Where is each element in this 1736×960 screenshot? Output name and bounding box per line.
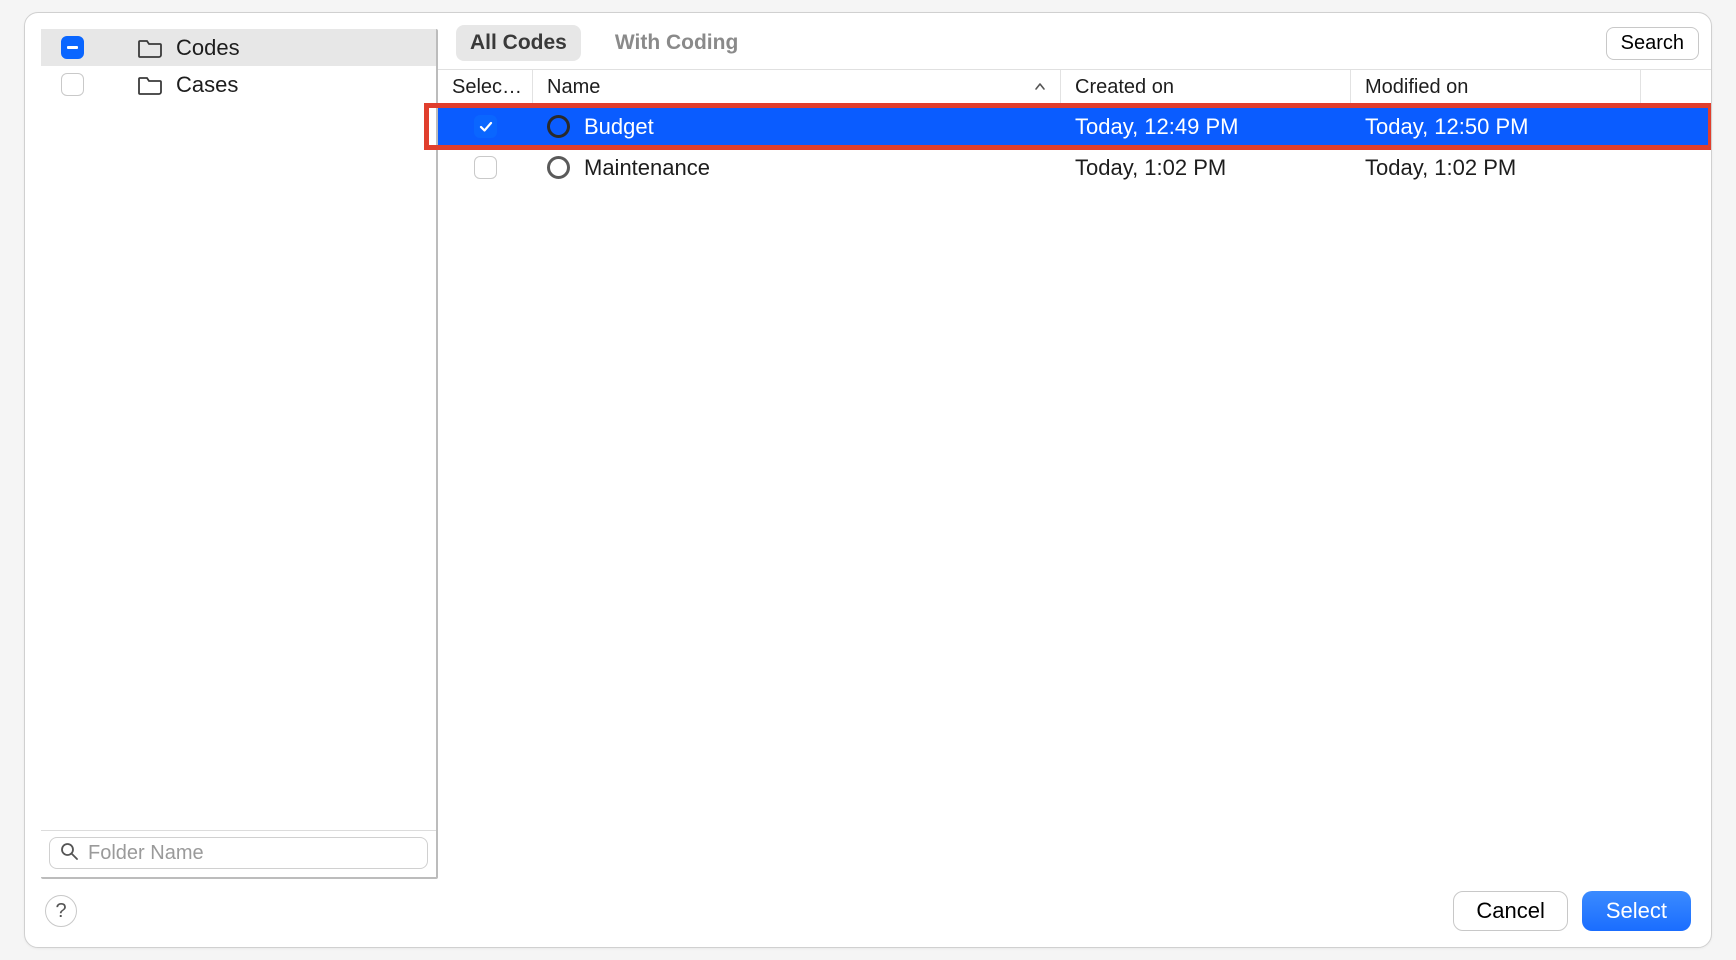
- toolbar: All Codes With Coding Search: [438, 13, 1711, 70]
- sidebar-item-label: Cases: [176, 72, 238, 98]
- row-created: Today, 12:49 PM: [1075, 114, 1238, 140]
- select-button[interactable]: Select: [1582, 891, 1691, 931]
- folder-icon: [138, 38, 162, 58]
- row-created: Today, 1:02 PM: [1075, 155, 1226, 181]
- column-header-spacer: [1641, 70, 1711, 105]
- dialog-footer: ? Cancel Select: [25, 879, 1711, 947]
- column-label: Created on: [1075, 76, 1174, 99]
- search-button[interactable]: Search: [1606, 27, 1699, 60]
- folder-search-input[interactable]: [49, 837, 428, 869]
- checkbox-icon[interactable]: [61, 73, 84, 96]
- column-header-name[interactable]: Name: [533, 70, 1061, 105]
- sidebar: Codes Cases: [41, 29, 438, 879]
- tab-all-codes[interactable]: All Codes: [456, 25, 581, 61]
- help-button[interactable]: ?: [45, 895, 77, 927]
- sidebar-item-label: Codes: [176, 35, 240, 61]
- folder-search-field[interactable]: [86, 841, 417, 866]
- tab-with-coding[interactable]: With Coding: [601, 25, 752, 61]
- row-name: Budget: [584, 114, 654, 140]
- search-icon: [60, 840, 78, 866]
- row-modified: Today, 1:02 PM: [1365, 155, 1516, 181]
- sort-asc-icon: [1034, 80, 1046, 96]
- main-panel: All Codes With Coding Search Selec… Name…: [438, 13, 1711, 879]
- content-area: Codes Cases: [25, 13, 1711, 879]
- column-header-created[interactable]: Created on: [1061, 70, 1351, 105]
- code-color-swatch-icon: [547, 156, 570, 179]
- table-row[interactable]: Maintenance Today, 1:02 PM Today, 1:02 P…: [438, 147, 1711, 188]
- picker-dialog: Codes Cases: [24, 12, 1712, 948]
- sidebar-list: Codes Cases: [41, 29, 436, 830]
- table-row[interactable]: Budget Today, 12:49 PM Today, 12:50 PM: [438, 106, 1711, 147]
- row-name: Maintenance: [584, 155, 710, 181]
- code-color-swatch-icon: [547, 115, 570, 138]
- column-label: Name: [547, 76, 600, 99]
- sidebar-search: [41, 830, 436, 877]
- column-label: Modified on: [1365, 76, 1468, 99]
- table-header: Selec… Name Created on Modified on: [438, 70, 1711, 106]
- cancel-button[interactable]: Cancel: [1453, 891, 1567, 931]
- checkbox-icon[interactable]: [61, 36, 84, 59]
- folder-icon: [138, 75, 162, 95]
- column-header-modified[interactable]: Modified on: [1351, 70, 1641, 105]
- column-header-select[interactable]: Selec…: [438, 70, 533, 105]
- row-modified: Today, 12:50 PM: [1365, 114, 1528, 140]
- sidebar-item-codes[interactable]: Codes: [41, 29, 436, 66]
- row-checkbox[interactable]: [474, 156, 497, 179]
- sidebar-item-cases[interactable]: Cases: [41, 66, 436, 103]
- row-checkbox[interactable]: [474, 115, 497, 138]
- column-label: Selec…: [452, 76, 522, 99]
- table-body: Budget Today, 12:49 PM Today, 12:50 PM M: [438, 106, 1711, 188]
